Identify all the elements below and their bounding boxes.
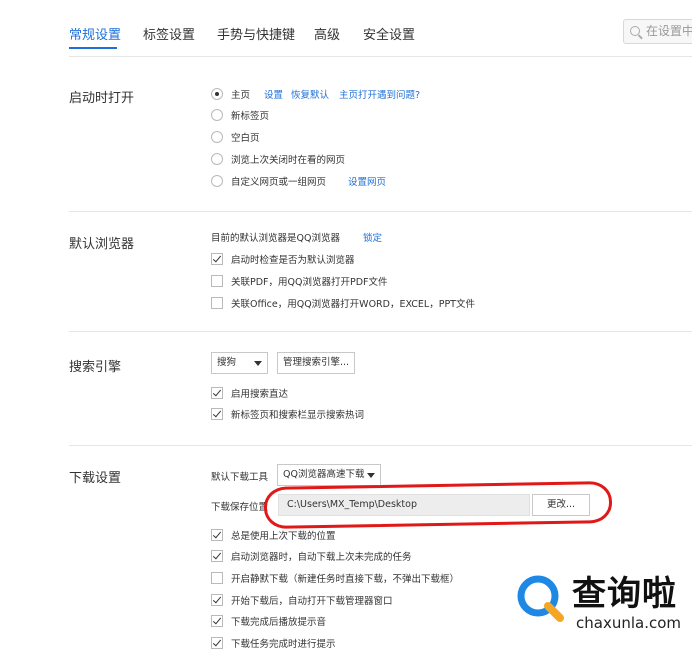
default-browser-status: 目前的默认浏览器是QQ浏览器 锁定: [211, 233, 383, 244]
chevron-down-icon: [254, 361, 262, 366]
checkbox[interactable]: [211, 572, 223, 584]
startup-option-blank[interactable]: 空白页: [211, 129, 260, 145]
startup-option-last-session[interactable]: 浏览上次关闭时在看的网页: [211, 151, 345, 167]
show-hot-search-words[interactable]: 新标签页和搜索栏显示搜索热词: [211, 406, 364, 422]
section-divider: [69, 331, 692, 332]
section-title-search-engine: 搜索引擎: [69, 360, 122, 375]
section-divider: [69, 211, 692, 212]
resume-unfinished-on-start[interactable]: 启动浏览器时，自动下载上次未完成的任务: [211, 548, 412, 564]
radio-home[interactable]: [211, 88, 223, 100]
checkbox[interactable]: [211, 550, 223, 562]
tab-general[interactable]: 常规设置: [69, 24, 121, 43]
tab-tabs[interactable]: 标签设置: [143, 24, 195, 43]
home-problem-link[interactable]: 主页打开遇到问题?: [339, 87, 420, 101]
set-pages-link[interactable]: 设置网页: [348, 174, 386, 188]
radio-new-tab[interactable]: [211, 109, 223, 121]
search-engine-select[interactable]: 搜狗: [211, 352, 268, 374]
section-title-default-browser: 默认浏览器: [69, 237, 135, 252]
checkbox[interactable]: [211, 615, 223, 627]
chaxunla-logo-icon: [517, 575, 564, 622]
section-divider: [69, 445, 692, 446]
search-placeholder: 在设置中搜: [646, 24, 692, 38]
tabs-divider: [69, 56, 692, 57]
checkbox[interactable]: [211, 637, 223, 649]
checkbox[interactable]: [211, 253, 223, 265]
download-tool-label: 默认下载工具: [211, 472, 269, 483]
startup-option-new-tab[interactable]: 新标签页: [211, 107, 269, 123]
watermark-domain: chaxunla.com: [576, 614, 681, 632]
checkbox[interactable]: [211, 529, 223, 541]
open-download-manager[interactable]: 开始下载后，自动打开下载管理器窗口: [211, 592, 393, 608]
enable-search-direct[interactable]: 启用搜索直达: [211, 385, 288, 401]
associate-office[interactable]: 关联Office，用QQ浏览器打开WORD，EXCEL，PPT文件: [211, 295, 475, 311]
download-tool-select[interactable]: QQ浏览器高速下载: [277, 464, 381, 486]
checkbox[interactable]: [211, 297, 223, 309]
home-settings-link[interactable]: 设置: [264, 87, 283, 101]
section-title-startup: 启动时打开: [69, 91, 135, 106]
tab-advanced[interactable]: 高级: [314, 24, 340, 43]
checkbox[interactable]: [211, 387, 223, 399]
notify-on-complete[interactable]: 下载任务完成时进行提示: [211, 635, 336, 651]
search-icon: [630, 26, 640, 36]
watermark-brand: 查询啦: [572, 574, 677, 614]
section-title-download: 下载设置: [69, 471, 122, 486]
radio-blank[interactable]: [211, 131, 223, 143]
play-sound-on-complete[interactable]: 下载完成后播放提示音: [211, 613, 326, 629]
check-default-on-start[interactable]: 启动时检查是否为默认浏览器: [211, 251, 355, 267]
watermark: 查询啦 chaxunla.com: [514, 566, 692, 655]
radio-last-session[interactable]: [211, 153, 223, 165]
startup-option-custom[interactable]: 自定义网页或一组网页 设置网页: [211, 173, 386, 189]
active-tab-indicator: [69, 47, 117, 49]
restore-default-link[interactable]: 恢复默认: [291, 87, 329, 101]
associate-pdf[interactable]: 关联PDF，用QQ浏览器打开PDF文件: [211, 273, 387, 289]
radio-custom[interactable]: [211, 175, 223, 187]
tab-security[interactable]: 安全设置: [363, 24, 415, 43]
download-path-label: 下载保存位置: [211, 502, 269, 513]
checkbox[interactable]: [211, 275, 223, 287]
tab-gestures-shortcuts[interactable]: 手势与快捷键: [217, 24, 295, 43]
always-use-last-location[interactable]: 总是使用上次下载的位置: [211, 527, 336, 543]
startup-option-home[interactable]: 主页 设置 恢复默认 主页打开遇到问题?: [211, 86, 420, 102]
lock-default-link[interactable]: 锁定: [363, 233, 382, 244]
silent-download[interactable]: 开启静默下载（新建任务时直接下载，不弹出下载框）: [211, 570, 459, 586]
download-path-field[interactable]: C:\Users\MX_Temp\Desktop: [278, 494, 530, 516]
change-path-button[interactable]: 更改...: [532, 494, 590, 516]
manage-search-engines-button[interactable]: 管理搜索引擎...: [277, 352, 355, 374]
chevron-down-icon: [367, 473, 375, 478]
checkbox[interactable]: [211, 408, 223, 420]
checkbox[interactable]: [211, 594, 223, 606]
settings-tab-bar: 常规设置 标签设置 手势与快捷键 高级 安全设置 在设置中搜: [0, 0, 692, 56]
settings-search-input[interactable]: 在设置中搜: [623, 19, 692, 44]
